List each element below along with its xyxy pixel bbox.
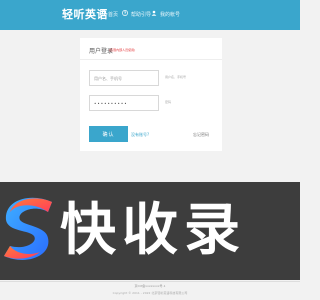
nav-my-account[interactable]: 我的帐号 bbox=[151, 8, 180, 22]
username-input[interactable] bbox=[89, 70, 159, 86]
forgot-password-link[interactable]: 忘记密码 bbox=[193, 132, 209, 138]
login-submit-button[interactable]: 确认 bbox=[89, 126, 128, 142]
nav-my-account-label: 我的帐号 bbox=[160, 12, 181, 18]
nav-home-label: 首页 bbox=[108, 12, 119, 18]
top-navbar: 轻听英语 首页 帮助引导 我的帐号 bbox=[0, 0, 300, 30]
footer-copyright: Copyright © 2011 - 2022 北京轻听英语科技有限公司 bbox=[112, 291, 188, 295]
phone-icon bbox=[100, 8, 105, 22]
user-icon bbox=[151, 8, 157, 22]
login-card: 用户登录 (仅限内部人员使用) 用户名、手机号 密码 确认 没有账号? 忘记密码 bbox=[80, 38, 222, 151]
password-hint: 密码 bbox=[165, 100, 172, 104]
nav-help-guide[interactable]: 帮助引导 bbox=[122, 8, 151, 22]
footer-divider bbox=[0, 281, 300, 282]
password-input[interactable] bbox=[89, 95, 159, 111]
watermark-text: 快收录 bbox=[60, 198, 246, 263]
register-link[interactable]: 没有账号? bbox=[131, 132, 149, 138]
watermark-logo-icon bbox=[0, 190, 58, 274]
help-circle-icon bbox=[122, 8, 128, 22]
footer-license: 京ICP备xxxxxxxx号-1 bbox=[134, 284, 166, 288]
login-note: (仅限内部人员使用) bbox=[109, 48, 136, 52]
nav-home[interactable]: 首页 bbox=[100, 8, 118, 22]
nav-help-guide-label: 帮助引导 bbox=[131, 12, 152, 18]
card-divider bbox=[80, 59, 222, 60]
username-hint: 用户名、手机号 bbox=[165, 75, 187, 79]
